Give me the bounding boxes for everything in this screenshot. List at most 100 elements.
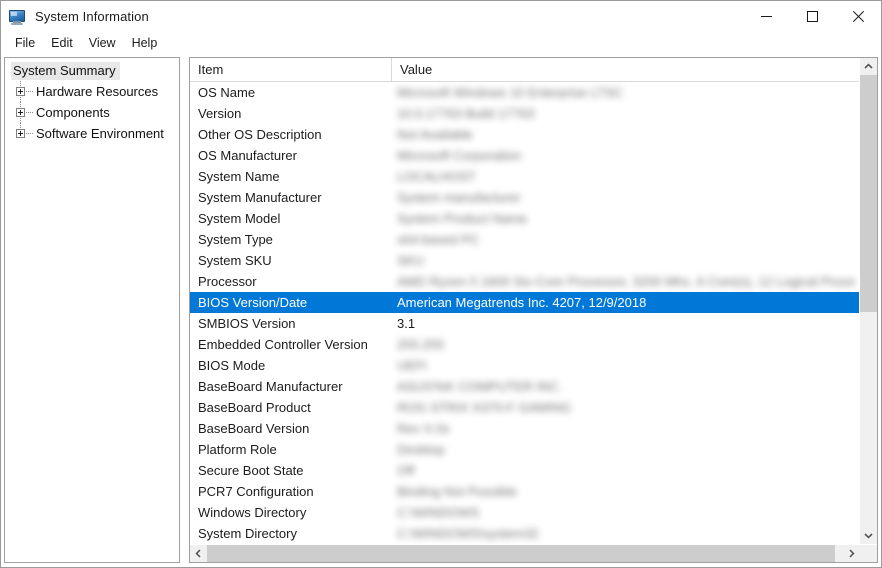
table-row[interactable]: BaseBoard Product ROG STRIX X370-F GAMING [190, 397, 859, 418]
tree-item-software-environment[interactable]: Software Environment [5, 123, 179, 144]
vertical-scrollbar[interactable] [859, 58, 877, 544]
table-row[interactable]: Processor AMD Ryzen 5 1600 Six-Core Proce… [190, 271, 859, 292]
horizontal-scroll-thumb[interactable] [207, 545, 835, 562]
table-row[interactable]: System Model System Product Name [190, 208, 859, 229]
cell-item: Processor [198, 274, 257, 289]
cell-value: C:\WINDOWS\system32 [397, 526, 539, 541]
table-row[interactable]: SMBIOS Version 3.1 [190, 313, 859, 334]
table-row[interactable]: System SKU SKU [190, 250, 859, 271]
table-row[interactable]: BaseBoard Version Rev X.0x [190, 418, 859, 439]
table-row[interactable]: BIOS Mode UEFI [190, 355, 859, 376]
table-row[interactable]: BaseBoard Manufacturer ASUSTeK COMPUTER I… [190, 376, 859, 397]
cell-item: Embedded Controller Version [198, 337, 368, 352]
cell-value: System manufacturer [397, 190, 521, 205]
tree-item-system-summary[interactable]: System Summary [5, 61, 179, 81]
menu-item-view[interactable]: View [81, 34, 124, 53]
table-row[interactable]: BIOS Version/Date American Megatrends Inc… [190, 292, 859, 313]
table-row[interactable]: System Manufacturer System manufacturer [190, 187, 859, 208]
cell-item: PCR7 Configuration [198, 484, 314, 499]
plus-icon[interactable] [16, 108, 25, 117]
cell-item: BaseBoard Product [198, 400, 311, 415]
table-row[interactable]: System Name LOCALHOST [190, 166, 859, 187]
scroll-up-button[interactable] [860, 58, 877, 75]
table-row[interactable]: Version 10.0.17763 Build 17763 [190, 103, 859, 124]
navigation-tree: System Summary Hardware Resources Compon… [4, 57, 180, 563]
table-row[interactable]: System Type x64-based PC [190, 229, 859, 250]
table-row[interactable]: OS Manufacturer Microsoft Corporation [190, 145, 859, 166]
minimize-button[interactable] [743, 1, 789, 32]
vertical-scroll-thumb[interactable] [860, 75, 877, 313]
table-row[interactable]: Other OS Description Not Available [190, 124, 859, 145]
cell-value: C:\WINDOWS [397, 505, 480, 520]
computer-monitor-icon [8, 8, 26, 26]
scroll-right-button[interactable] [843, 545, 860, 562]
chevron-down-icon [864, 533, 873, 539]
caption-buttons [743, 1, 881, 32]
cell-value: x64-based PC [397, 232, 480, 247]
table-row[interactable]: Windows Directory C:\WINDOWS [190, 502, 859, 523]
chevron-left-icon [195, 549, 201, 558]
cell-item: System Directory [198, 526, 297, 541]
title-bar: System Information [1, 1, 881, 32]
list-rows: OS Name Microsoft Windows 10 Enterprise L… [190, 82, 859, 544]
cell-item: SMBIOS Version [198, 316, 296, 331]
tree-item-hardware-resources[interactable]: Hardware Resources [5, 81, 179, 102]
cell-value: 3.1 [397, 316, 416, 331]
cell-value: Binding Not Possible [397, 484, 517, 499]
table-row[interactable]: System Directory C:\WINDOWS\system32 [190, 523, 859, 544]
vertical-scroll-track[interactable] [860, 75, 877, 527]
maximize-button[interactable] [789, 1, 835, 32]
table-row[interactable]: Secure Boot State Off [190, 460, 859, 481]
plus-icon[interactable] [16, 87, 25, 96]
column-header-value[interactable]: Value [392, 58, 859, 81]
cell-item: System Model [198, 211, 281, 226]
cell-item: Secure Boot State [198, 463, 304, 478]
scrollbar-corner [860, 545, 877, 562]
horizontal-scroll-track[interactable] [207, 545, 843, 562]
cell-item: BaseBoard Manufacturer [198, 379, 343, 394]
table-row[interactable]: Embedded Controller Version 255.255 [190, 334, 859, 355]
scroll-left-button[interactable] [190, 545, 207, 562]
window-title: System Information [35, 9, 149, 24]
list-body: Item Value OS Name Microsoft Windows 10 E… [190, 58, 877, 544]
cell-item: BIOS Version/Date [198, 295, 308, 310]
close-button[interactable] [835, 1, 881, 32]
column-header-item[interactable]: Item [190, 58, 392, 81]
cell-item: Version [198, 106, 242, 121]
cell-item: OS Manufacturer [198, 148, 297, 163]
cell-item: BaseBoard Version [198, 421, 310, 436]
tree-item-label: Software Environment [36, 126, 164, 141]
list-header: Item Value [190, 58, 859, 82]
menu-item-edit[interactable]: Edit [43, 34, 81, 53]
details-list-view: Item Value OS Name Microsoft Windows 10 E… [189, 57, 878, 563]
tree-connector-dash [26, 133, 33, 134]
menu-item-help[interactable]: Help [124, 34, 166, 53]
cell-item: System SKU [198, 253, 272, 268]
cell-value: ASUSTeK COMPUTER INC. [397, 379, 563, 394]
menu-bar: File Edit View Help [1, 32, 881, 54]
maximize-icon [806, 11, 818, 22]
cell-value: Rev X.0x [397, 421, 450, 436]
chevron-right-icon [849, 549, 855, 558]
chevron-up-icon [864, 63, 873, 69]
system-information-window: System Information File Edit View Help S… [0, 0, 882, 568]
horizontal-scrollbar[interactable] [190, 544, 877, 562]
table-row[interactable]: OS Name Microsoft Windows 10 Enterprise L… [190, 82, 859, 103]
table-row[interactable]: PCR7 Configuration Binding Not Possible [190, 481, 859, 502]
tree-item-components[interactable]: Components [5, 102, 179, 123]
cell-value: American Megatrends Inc. 4207, 12/9/2018 [397, 295, 647, 310]
cell-value: Off [397, 463, 415, 478]
tree-connector-dash [26, 112, 33, 113]
cell-value: 10.0.17763 Build 17763 [397, 106, 535, 121]
cell-value: System Product Name [397, 211, 528, 226]
minimize-icon [760, 16, 772, 17]
menu-item-file[interactable]: File [7, 34, 43, 53]
scroll-down-button[interactable] [860, 527, 877, 544]
plus-icon[interactable] [16, 129, 25, 138]
cell-item: System Type [198, 232, 273, 247]
cell-item: Windows Directory [198, 505, 307, 520]
cell-item: Other OS Description [198, 127, 322, 142]
close-icon [852, 11, 864, 22]
cell-item: OS Name [198, 85, 256, 100]
table-row[interactable]: Platform Role Desktop [190, 439, 859, 460]
